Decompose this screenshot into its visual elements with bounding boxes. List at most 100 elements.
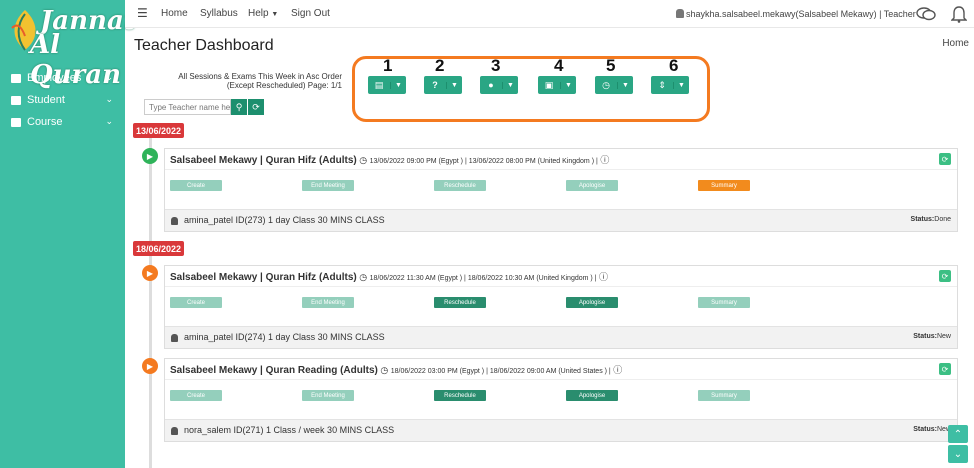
user-name: shaykha.salsabeel.mekawy(Salsabeel Mekaw… — [686, 9, 916, 19]
caret-down-icon: ▼ — [673, 81, 689, 89]
calendar-icon: ▣ — [544, 79, 554, 90]
reschedule-button[interactable]: Reschedule — [434, 390, 486, 401]
reschedule-button[interactable]: Reschedule — [434, 180, 486, 191]
status-badge: Status:New — [913, 426, 951, 433]
status-value: New — [936, 333, 951, 340]
create-button[interactable]: Create — [170, 297, 222, 308]
filter-number-5: 5 — [606, 56, 616, 75]
filter-sort-dropdown[interactable]: ⇕ ▼ — [651, 76, 689, 94]
filter-time-dropdown[interactable]: ◷ ▼ — [595, 76, 633, 94]
nav-syllabus-link[interactable]: Syllabus — [200, 8, 238, 19]
apologise-button[interactable]: Apologise — [566, 390, 618, 401]
status-badge: Status:Done — [911, 216, 951, 223]
video-camera-icon: ▶ — [142, 148, 158, 164]
apologise-button[interactable]: Apologise — [566, 297, 618, 308]
menu-toggle-icon[interactable]: ☰ — [137, 6, 148, 20]
end-meeting-button[interactable]: End Meeting — [302, 180, 354, 191]
scroll-down-button[interactable]: ⌄ — [948, 445, 968, 463]
nav-home-link[interactable]: Home — [161, 8, 188, 19]
nav-help-label: Help — [248, 8, 269, 19]
filter-user-dropdown[interactable]: ● ▼ — [480, 76, 518, 94]
breadcrumb-home[interactable]: Home — [942, 38, 969, 49]
info-icon[interactable]: ⓘ — [613, 365, 622, 375]
status-label: Status: — [913, 426, 937, 433]
session-title: Salsabeel Mekawy | Quran Hifz (Adults) — [170, 272, 357, 283]
user-icon: ● — [488, 80, 494, 90]
summary-button[interactable]: Summary — [698, 297, 750, 308]
session-card: Salsabeel Mekawy | Quran Hifz (Adults) ◷… — [164, 265, 958, 349]
sidebar-item-course[interactable]: Course ⌄ — [0, 111, 125, 133]
sidebar-item-label: Student — [27, 94, 65, 106]
chat-icon[interactable] — [916, 6, 936, 22]
nav-signout-link[interactable]: Sign Out — [291, 8, 330, 19]
briefcase-icon — [11, 73, 21, 83]
session-actions: Create End Meeting Reschedule Apologise … — [165, 169, 957, 209]
sessions-order-caption: All Sessions & Exams This Week in Asc Or… — [178, 72, 342, 90]
info-icon[interactable]: ⓘ — [600, 155, 609, 165]
create-button[interactable]: Create — [170, 180, 222, 191]
caret-down-icon: ▼ — [560, 81, 576, 89]
session-footer: amina_patel ID(274) 1 day Class 30 MINS … — [165, 326, 957, 348]
date-badge: 13/06/2022 — [133, 123, 184, 138]
teacher-search: ⚲ ⟳ — [144, 99, 264, 115]
caret-down-icon: ▼ — [390, 81, 406, 89]
list-icon: ▤ — [374, 79, 384, 90]
session-header: Salsabeel Mekawy | Quran Hifz (Adults) ◷… — [165, 266, 957, 286]
sidebar-item-employees[interactable]: Employees ⌄ — [0, 67, 125, 89]
filter-date-dropdown[interactable]: ▣ ▼ — [538, 76, 576, 94]
filter-number-3: 3 — [491, 56, 501, 75]
top-navbar: ☰ Home Syllabus Help ▼ Sign Out shaykha.… — [125, 0, 974, 28]
chevron-down-icon: ⌄ — [105, 116, 113, 126]
filter-question-dropdown[interactable]: ? ▼ — [424, 76, 462, 94]
sidebar-item-student[interactable]: Student ⌄ — [0, 89, 125, 111]
refresh-search-icon[interactable]: ⟳ — [248, 99, 264, 115]
user-icon — [676, 9, 684, 18]
filter-number-4: 4 — [554, 56, 564, 75]
teacher-search-input[interactable] — [144, 99, 231, 115]
video-camera-icon: ▶ — [142, 265, 158, 281]
sidebar-item-label: Course — [27, 116, 63, 128]
filter-number-1: 1 — [383, 56, 393, 75]
summary-button[interactable]: Summary — [698, 390, 750, 401]
refresh-icon[interactable]: ⟳ — [939, 270, 951, 282]
summary-button[interactable]: Summary — [698, 180, 750, 191]
nav-help-dropdown[interactable]: Help ▼ — [248, 8, 278, 19]
status-value: Done — [934, 216, 951, 223]
session-time: 13/06/2022 09:00 PM (Egypt ) | 13/06/202… — [369, 158, 598, 165]
session-actions: Create End Meeting Reschedule Apologise … — [165, 379, 957, 419]
logo[interactable]: Jannat Al Quran — [0, 0, 136, 90]
clock-icon: ◷ — [359, 155, 368, 165]
caret-down-icon: ▼ — [271, 11, 279, 18]
session-card: Salsabeel Mekawy | Quran Reading (Adults… — [164, 358, 958, 442]
session-card: Salsabeel Mekawy | Quran Hifz (Adults) ◷… — [164, 148, 958, 232]
reschedule-button[interactable]: Reschedule — [434, 297, 486, 308]
info-icon[interactable]: ⓘ — [599, 272, 608, 282]
session-time: 18/06/2022 03:00 PM (Egypt ) | 18/06/202… — [390, 368, 611, 375]
caret-down-icon: ▼ — [617, 81, 633, 89]
student-info: nora_salem ID(271) 1 Class / week 30 MIN… — [184, 425, 395, 435]
refresh-icon[interactable]: ⟳ — [939, 153, 951, 165]
status-label: Status: — [910, 216, 935, 223]
user-icon — [171, 333, 178, 342]
user-account-link[interactable]: shaykha.salsabeel.mekawy(Salsabeel Mekaw… — [676, 9, 916, 19]
end-meeting-button[interactable]: End Meeting — [302, 390, 354, 401]
clock-icon: ◷ — [359, 272, 368, 282]
create-button[interactable]: Create — [170, 390, 222, 401]
chevron-down-icon: ⌄ — [105, 72, 113, 82]
scroll-up-button[interactable]: ⌃ — [948, 425, 968, 443]
end-meeting-button[interactable]: End Meeting — [302, 297, 354, 308]
page-title: Teacher Dashboard — [134, 37, 274, 54]
status-badge: Status:New — [913, 333, 951, 340]
status-label: Status: — [913, 333, 937, 340]
session-title: Salsabeel Mekawy | Quran Reading (Adults… — [170, 365, 378, 376]
clock-icon: ◷ — [380, 365, 389, 375]
chevron-down-icon: ⌄ — [105, 94, 113, 104]
apologise-button[interactable]: Apologise — [566, 180, 618, 191]
date-badge: 18/06/2022 — [133, 241, 184, 256]
filter-type-dropdown[interactable]: ▤ ▼ — [368, 76, 406, 94]
sidebar: Jannat Al Quran Employees ⌄ Student ⌄ Co… — [0, 0, 136, 468]
bell-icon[interactable] — [951, 5, 967, 23]
search-icon[interactable]: ⚲ — [231, 99, 247, 115]
refresh-icon[interactable]: ⟳ — [939, 363, 951, 375]
video-camera-icon: ▶ — [142, 358, 158, 374]
